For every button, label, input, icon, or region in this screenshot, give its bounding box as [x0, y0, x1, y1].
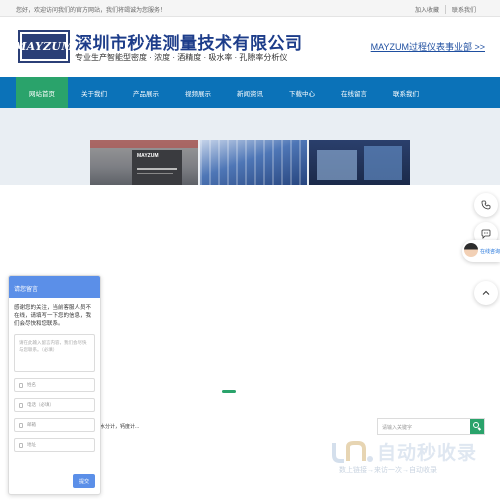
add-favorite-link[interactable]: 加入收藏	[409, 5, 445, 14]
search-input[interactable]: 请输入关键字	[382, 424, 412, 431]
search-icon-handle	[477, 427, 482, 431]
banner-strip	[90, 140, 198, 148]
phone-button[interactable]	[474, 193, 498, 217]
phone-field[interactable]: 电话（必填）	[14, 398, 95, 412]
hero-banner[interactable]: MAYZUM	[0, 108, 500, 185]
phone-icon	[19, 402, 23, 408]
slide-indicator[interactable]	[222, 390, 236, 393]
sign-brand: MAYZUM	[137, 153, 159, 159]
watermark-title: 自动秒收录	[377, 443, 478, 464]
message-widget: 请您留言 感谢您的关注，当前客服人员不在线，请填写一下您的信息，我们会尽快和您联…	[8, 275, 101, 495]
message-widget-title[interactable]: 请您留言	[9, 276, 100, 298]
message-widget-intro: 感谢您的关注，当前客服人员不在线，请填写一下您的信息，我们会尽快和您联系。	[14, 305, 92, 327]
watermark-subtitle: 数上链接→来访一次→自动收录	[339, 467, 437, 474]
watermark-logo	[332, 441, 373, 463]
agent-avatar	[464, 243, 478, 257]
address-field-placeholder: 地址	[27, 442, 36, 447]
welcome-text: 您好，欢迎访问我们的官方网站，我们将竭诚为您服务！	[16, 8, 167, 14]
back-to-top-button[interactable]	[474, 281, 498, 305]
logo-text: MAYZUM	[14, 40, 74, 53]
user-icon	[19, 382, 23, 388]
nav-item-message[interactable]: 在线留言	[328, 77, 380, 108]
contact-link[interactable]: 联系我们	[444, 5, 482, 14]
ceiling-pattern	[200, 140, 307, 185]
sign-line	[137, 168, 177, 170]
address-field[interactable]: 地址	[14, 438, 95, 452]
office-window	[317, 150, 357, 180]
search-button[interactable]	[470, 419, 484, 434]
company-tagline: 专业生产智能型密度 · 浓度 · 酒精度 · 吸水率 · 孔隙率分析仪	[75, 53, 288, 62]
online-consult-button[interactable]: 在线咨询	[462, 240, 500, 262]
banner-photo-office	[309, 140, 410, 185]
company-logo[interactable]: MAYZUM	[14, 30, 74, 63]
office-window	[364, 146, 402, 180]
watermark: 自动秒收录 数上链接→来访一次→自动收录	[325, 435, 495, 485]
sign-line	[137, 173, 173, 174]
nav-item-videos[interactable]: 视频展示	[172, 77, 224, 108]
nav-item-home[interactable]: 网站首页	[16, 77, 68, 108]
chevron-up-icon	[482, 290, 490, 295]
nav-item-contact[interactable]: 联系我们	[380, 77, 432, 108]
page: 您好，欢迎访问我们的官方网站，我们将竭诚为您服务！ 加入收藏 联系我们 MAYZ…	[0, 0, 500, 500]
online-consult-label: 在线咨询	[480, 249, 500, 255]
name-field-placeholder: 姓名	[27, 382, 36, 387]
banner-photo-reception: MAYZUM	[90, 140, 198, 185]
email-field[interactable]: 邮箱	[14, 418, 95, 432]
email-field-placeholder: 邮箱	[27, 422, 36, 427]
location-icon	[19, 442, 23, 448]
search-box: 请输入关键字	[377, 418, 485, 435]
division-link[interactable]: MAYZUM过程仪表事业部 >>	[371, 40, 485, 53]
mail-icon	[19, 422, 23, 428]
header: MAYZUM 深圳市秒准测量技术有限公司 专业生产智能型密度 · 浓度 · 酒精…	[0, 17, 500, 77]
main-nav: 网站首页 关于我们 产品展示 视频展示 新闻资讯 下载中心 在线留言 联系我们	[0, 77, 500, 108]
top-bar: 您好，欢迎访问我们的官方网站，我们将竭诚为您服务！ 加入收藏 联系我们	[0, 0, 500, 17]
nav-item-about[interactable]: 关于我们	[68, 77, 120, 108]
banner-photo-ceiling	[200, 140, 307, 185]
top-links: 加入收藏 联系我们	[409, 5, 482, 14]
nav-item-products[interactable]: 产品展示	[120, 77, 172, 108]
name-field[interactable]: 姓名	[14, 378, 95, 392]
company-name: 深圳市秒准测量技术有限公司	[75, 34, 303, 53]
footer-keywords: 水分计，钙度计...	[100, 424, 140, 430]
chat-bubble-icon	[481, 229, 491, 239]
message-textarea[interactable]: 请在此输入留言内容，我们会尽快与您联系。（必填）	[14, 334, 95, 372]
submit-button[interactable]: 提交	[73, 474, 95, 488]
company-sign: MAYZUM	[132, 150, 182, 185]
nav-item-news[interactable]: 新闻资讯	[224, 77, 276, 108]
phone-icon	[481, 200, 491, 210]
phone-field-placeholder: 电话（必填）	[27, 402, 54, 407]
nav-item-downloads[interactable]: 下载中心	[276, 77, 328, 108]
